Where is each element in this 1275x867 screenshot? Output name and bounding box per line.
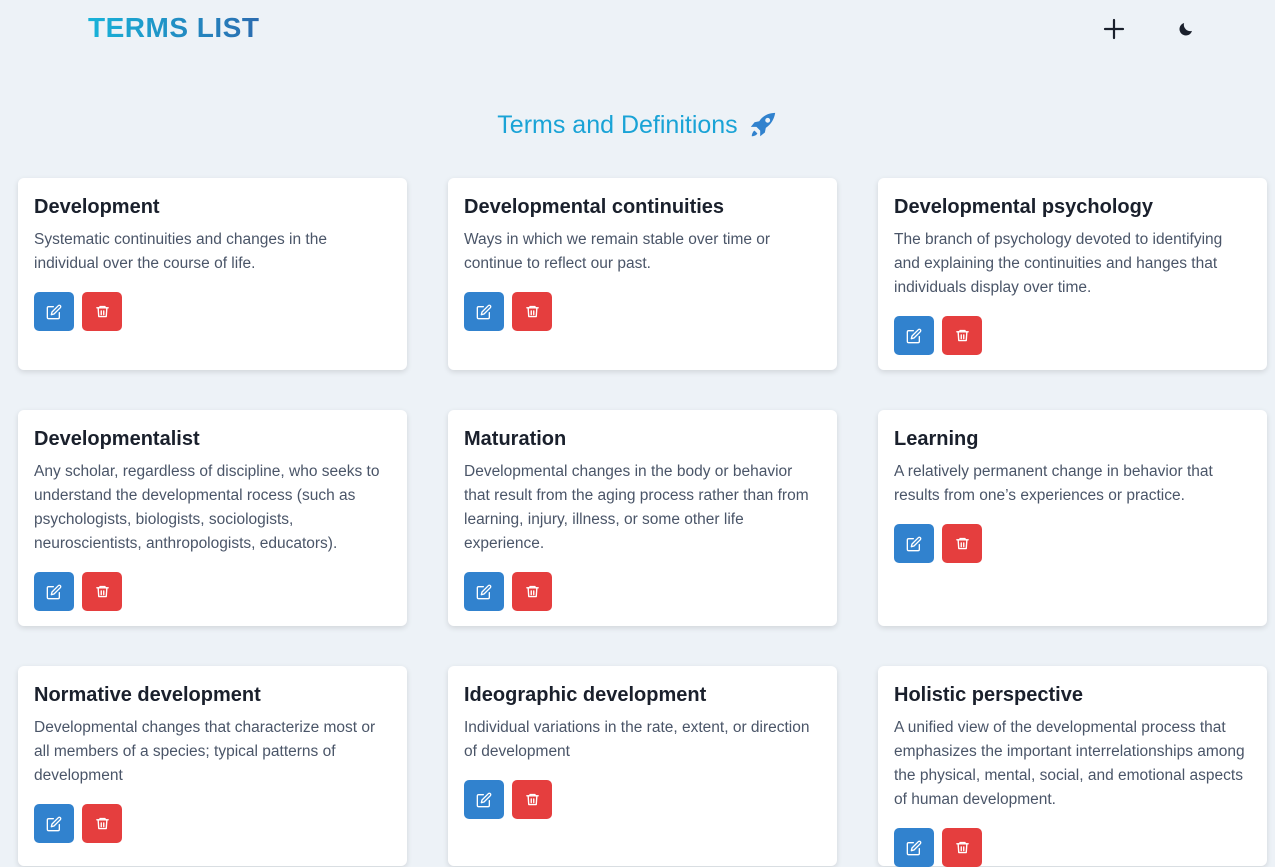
trash-icon — [95, 817, 109, 830]
trash-icon — [525, 585, 539, 598]
rocket-icon — [750, 112, 775, 137]
term-title: Developmental psychology — [894, 196, 1153, 218]
term-title: Normative development — [34, 684, 261, 706]
term-title: Developmentalist — [34, 428, 200, 450]
edit-button[interactable] — [34, 804, 74, 843]
term-definition: Developmental changes that characterize … — [34, 719, 376, 784]
term-title: Learning — [894, 428, 979, 450]
moon-icon — [1179, 23, 1192, 36]
term-definition: Developmental changes in the body or beh… — [464, 463, 809, 552]
edit-button[interactable] — [464, 292, 504, 331]
trash-icon — [955, 329, 969, 342]
edit-button[interactable] — [34, 292, 74, 331]
term-definition: Individual variations in the rate, exten… — [464, 719, 810, 760]
term-card: Learning A relatively permanent change in… — [878, 410, 1267, 626]
term-card: Holistic perspective A unified view of th… — [878, 666, 1267, 867]
term-title: Holistic perspective — [894, 684, 1083, 706]
edit-icon — [906, 536, 922, 551]
term-title: Maturation — [464, 428, 567, 450]
plus-icon — [1103, 18, 1125, 40]
term-definition: Ways in which we remain stable over time… — [464, 231, 771, 272]
term-definition: A relatively permanent change in behavio… — [894, 463, 1213, 504]
edit-button[interactable] — [464, 572, 504, 611]
top-bar: TERMS LIST — [0, 0, 1275, 60]
card-actions — [464, 780, 821, 819]
term-card: Developmentalist Any scholar, regardless … — [18, 410, 407, 626]
brand-title[interactable]: TERMS LIST — [88, 12, 259, 44]
term-title: Developmental continuities — [464, 196, 725, 218]
term-card: Developmental psychology The branch of ps… — [878, 178, 1267, 370]
delete-button[interactable] — [942, 828, 982, 867]
trash-icon — [95, 585, 109, 598]
term-card: Maturation Developmental changes in the b… — [448, 410, 837, 626]
edit-icon — [476, 304, 492, 319]
card-actions — [34, 804, 391, 843]
card-actions — [34, 292, 391, 331]
card-actions — [894, 524, 1251, 563]
term-definition: A unified view of the developmental proc… — [894, 719, 1245, 808]
page-title: Terms and Definitions — [497, 110, 738, 139]
trash-icon — [95, 305, 109, 318]
trash-icon — [525, 305, 539, 318]
add-term-button[interactable] — [1096, 14, 1132, 44]
card-actions — [894, 828, 1251, 867]
edit-icon — [476, 792, 492, 807]
edit-button[interactable] — [894, 828, 934, 867]
edit-icon — [906, 840, 922, 855]
edit-button[interactable] — [464, 780, 504, 819]
trash-icon — [525, 793, 539, 806]
delete-button[interactable] — [512, 572, 552, 611]
card-actions — [464, 292, 821, 331]
trash-icon — [955, 841, 969, 854]
edit-button[interactable] — [894, 316, 934, 355]
term-card: Development Systematic continuities and c… — [18, 178, 407, 370]
delete-button[interactable] — [512, 292, 552, 331]
section-header: Terms and Definitions — [0, 110, 1275, 140]
delete-button[interactable] — [942, 524, 982, 563]
term-definition: Systematic continuities and changes in t… — [34, 231, 327, 272]
term-definition: The branch of psychology devoted to iden… — [894, 231, 1223, 296]
edit-button[interactable] — [894, 524, 934, 563]
edit-icon — [46, 304, 62, 319]
term-definition: Any scholar, regardless of discipline, w… — [34, 463, 380, 552]
theme-toggle-button[interactable] — [1168, 14, 1204, 44]
edit-icon — [46, 584, 62, 599]
delete-button[interactable] — [82, 572, 122, 611]
top-actions — [1096, 14, 1204, 44]
term-title: Development — [34, 196, 160, 218]
terms-grid: Development Systematic continuities and c… — [18, 178, 1267, 867]
card-actions — [464, 572, 821, 611]
delete-button[interactable] — [82, 804, 122, 843]
term-card: Developmental continuities Ways in which … — [448, 178, 837, 370]
term-card: Normative development Developmental chang… — [18, 666, 407, 866]
delete-button[interactable] — [512, 780, 552, 819]
edit-icon — [476, 584, 492, 599]
delete-button[interactable] — [942, 316, 982, 355]
card-actions — [894, 316, 1251, 355]
delete-button[interactable] — [82, 292, 122, 331]
term-card: Ideographic development Individual variat… — [448, 666, 837, 866]
card-actions — [34, 572, 391, 611]
term-title: Ideographic development — [464, 684, 707, 706]
edit-icon — [46, 816, 62, 831]
edit-button[interactable] — [34, 572, 74, 611]
trash-icon — [955, 537, 969, 550]
edit-icon — [906, 328, 922, 343]
